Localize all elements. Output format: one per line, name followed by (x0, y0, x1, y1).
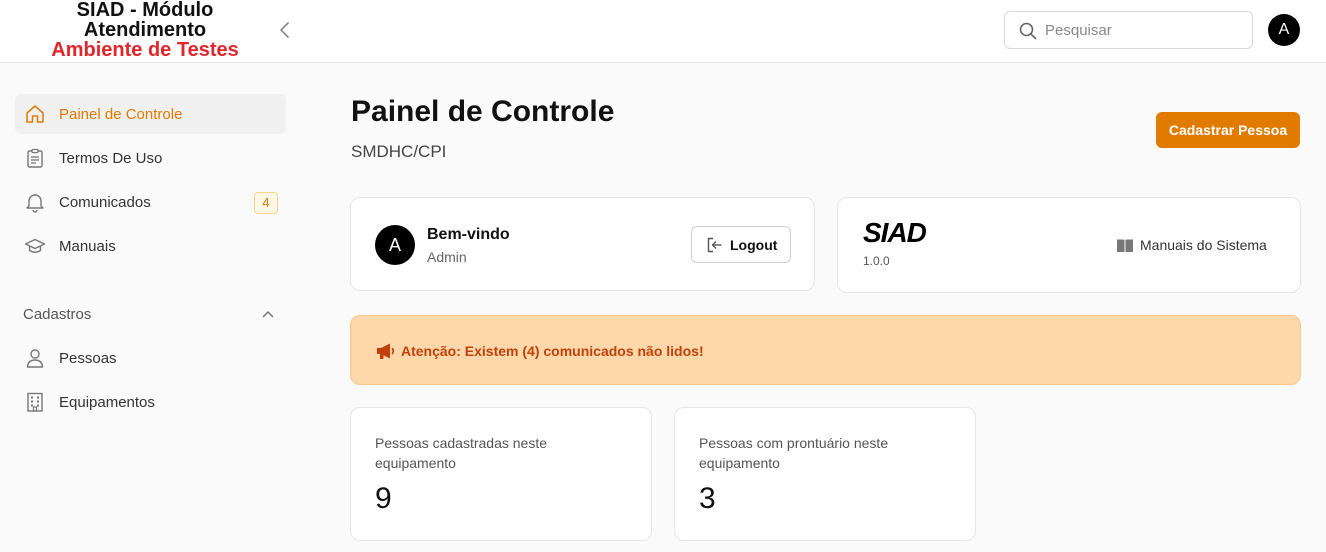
search-icon (1019, 22, 1037, 40)
stat-label: Pessoas com prontuário neste equipamento (699, 435, 889, 471)
sidebar-item-label: Manuais (59, 238, 116, 255)
welcome-title: Bem-vindo (427, 226, 510, 243)
user-avatar-menu[interactable]: A (1268, 14, 1300, 46)
sidebar-item-termos-de-uso[interactable]: Termos De Uso (15, 138, 286, 178)
sidebar-item-label: Pessoas (59, 350, 117, 367)
cadastrar-pessoa-button[interactable]: Cadastrar Pessoa (1156, 112, 1300, 148)
graduation-cap-icon (24, 238, 46, 253)
unread-count-badge: 4 (254, 192, 278, 214)
page-subtitle: SMDHC/CPI (351, 142, 447, 161)
sidebar-item-comunicados[interactable]: Comunicados 4 (15, 182, 286, 222)
welcome-card: A Bem-vindo Admin Logout (350, 197, 815, 291)
system-version: 1.0.0 (863, 254, 890, 268)
alert-message: Atenção: Existem (4) comunicados não lid… (401, 343, 704, 359)
sidebar-item-label: Painel de Controle (59, 106, 183, 123)
sidebar-item-label: Equipamentos (59, 394, 155, 411)
manuals-link-label: Manuais do Sistema (1140, 237, 1267, 253)
bell-icon (26, 194, 44, 213)
stat-label: Pessoas cadastradas neste equipamento (375, 435, 547, 471)
sidebar-item-label: Termos De Uso (59, 150, 163, 167)
user-role: Admin (427, 249, 467, 265)
search-input[interactable] (1045, 20, 1245, 40)
person-icon (26, 349, 44, 368)
megaphone-icon (377, 343, 395, 359)
avatar: A (375, 225, 415, 265)
book-icon (1117, 239, 1133, 252)
chevron-up-icon (262, 311, 274, 318)
environment-label: Ambiente de Testes (51, 39, 239, 61)
siad-logo: SIAD (863, 217, 927, 248)
sidebar-item-label: Comunicados (59, 194, 151, 211)
home-icon (26, 105, 44, 123)
unread-notices-alert[interactable]: Atenção: Existem (4) comunicados não lid… (350, 315, 1301, 385)
brand-title-line1: SIAD - Módulo (76, 0, 214, 21)
building-icon (27, 392, 43, 412)
stat-card-pessoas-com-prontuario: Pessoas com prontuário neste equipamento… (674, 407, 976, 541)
page-title: Painel de Controle (351, 95, 615, 128)
collapse-sidebar-chevron-left-icon[interactable] (274, 19, 296, 41)
top-bar: SIAD - Módulo Atendimento Ambiente de Te… (0, 0, 1326, 63)
brand-logo[interactable]: SIAD - Módulo Atendimento Ambiente de Te… (30, 0, 260, 60)
sidebar-item-equipamentos[interactable]: Equipamentos (15, 382, 286, 422)
system-info-card: SIAD 1.0.0 Manuais do Sistema (837, 197, 1301, 293)
stat-value: 3 (699, 482, 716, 515)
logout-icon (707, 237, 722, 253)
logout-label: Logout (730, 237, 778, 253)
stat-card-pessoas-cadastradas: Pessoas cadastradas neste equipamento 9 (350, 407, 652, 541)
sidebar-item-pessoas[interactable]: Pessoas (15, 338, 286, 378)
sidebar-item-manuais[interactable]: Manuais (15, 226, 286, 266)
sidebar-section-label: Cadastros (23, 306, 92, 323)
logout-button[interactable]: Logout (691, 226, 791, 263)
search-box[interactable] (1004, 11, 1253, 49)
stat-value: 9 (375, 482, 392, 515)
brand-title-line2: Atendimento (83, 19, 207, 41)
sidebar-item-painel-de-controle[interactable]: Painel de Controle (15, 94, 286, 134)
sidebar-section-cadastros[interactable]: Cadastros (15, 298, 286, 330)
clipboard-icon (27, 148, 43, 168)
